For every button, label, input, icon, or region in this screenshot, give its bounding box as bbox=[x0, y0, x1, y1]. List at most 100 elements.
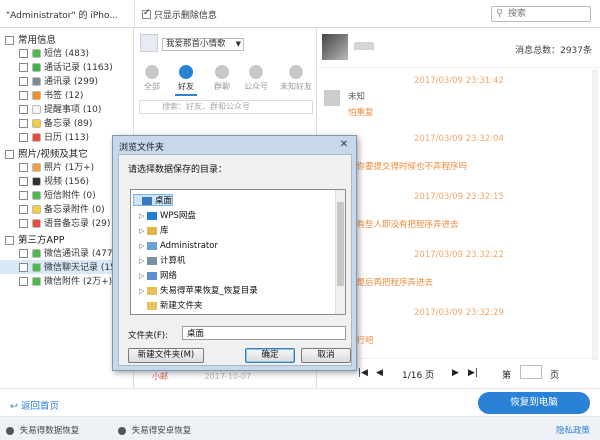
item-checkbox[interactable] bbox=[19, 177, 28, 186]
close-icon[interactable]: ✕ bbox=[337, 139, 351, 151]
item-checkbox[interactable] bbox=[19, 219, 28, 228]
sender-avatar bbox=[324, 90, 340, 106]
group-icon bbox=[215, 65, 229, 79]
unknown-user-icon bbox=[289, 65, 303, 79]
tab-groups[interactable]: 群聊 bbox=[207, 62, 237, 94]
tab-friends[interactable]: 好友 bbox=[171, 62, 201, 96]
category-icon bbox=[32, 49, 41, 58]
folder-node[interactable]: ▷ 计算机 bbox=[139, 255, 186, 267]
account-select[interactable]: 我爱那首小情歌 ▼ bbox=[162, 38, 244, 51]
folder-node[interactable]: ▷ 网络 bbox=[139, 270, 177, 282]
tree-item-label: 备忘录附件 (0) bbox=[44, 205, 105, 215]
deleted-only-filter[interactable]: 只显示删除信息 bbox=[142, 8, 217, 21]
item-checkbox[interactable] bbox=[19, 191, 28, 200]
page-number-input[interactable] bbox=[520, 365, 542, 379]
item-checkbox[interactable] bbox=[19, 277, 28, 286]
category-icon bbox=[32, 77, 41, 86]
back-arrow-icon: ↩ bbox=[10, 401, 18, 412]
item-checkbox[interactable] bbox=[19, 205, 28, 214]
item-checkbox[interactable] bbox=[19, 77, 28, 86]
tree-item[interactable]: 通讯录 (299) bbox=[0, 74, 134, 88]
back-home-label: 返回首页 bbox=[21, 401, 60, 412]
first-page-icon[interactable]: |◀ bbox=[358, 368, 368, 378]
tree-item-label: 日历 (113) bbox=[44, 133, 90, 143]
next-page-icon[interactable]: ▶ bbox=[452, 368, 459, 378]
last-page-icon[interactable]: ▶| bbox=[468, 368, 478, 378]
folder-input[interactable] bbox=[182, 326, 346, 340]
item-checkbox[interactable] bbox=[19, 105, 28, 114]
footer-data-recovery[interactable]: 失易得数据恢复 bbox=[6, 424, 79, 436]
expand-icon[interactable]: ▷ bbox=[139, 210, 147, 222]
top-divider bbox=[134, 0, 135, 28]
expand-icon[interactable]: ▷ bbox=[139, 285, 147, 297]
expand-icon[interactable]: ▷ bbox=[139, 240, 147, 252]
folder-node[interactable]: ▷ 失易得苹果恢复_恢复目录 bbox=[139, 285, 258, 297]
contact-search[interactable]: 搜索：好友、群和公众号 bbox=[139, 100, 313, 114]
tree-item[interactable]: 书签 (12) bbox=[0, 88, 134, 102]
expand-icon[interactable]: ▷ bbox=[139, 255, 147, 267]
tree-item[interactable]: 短信 (483) bbox=[0, 46, 134, 60]
category-icon bbox=[32, 205, 41, 214]
action-bar: ↩ 返回首页 恢复到电脑 bbox=[0, 388, 600, 416]
folder-node[interactable]: 新建文件夹 bbox=[139, 300, 203, 312]
deleted-only-checkbox[interactable] bbox=[142, 8, 151, 19]
tree-item[interactable]: 备忘录 (89) bbox=[0, 116, 134, 130]
chat-scrollbar[interactable] bbox=[592, 70, 598, 360]
chat-header: 消息总数：2937条 bbox=[318, 28, 600, 68]
tab-all[interactable]: 全部 bbox=[137, 62, 167, 94]
recover-to-pc-button[interactable]: 恢复到电脑 bbox=[478, 392, 590, 414]
person-icon bbox=[179, 65, 193, 79]
item-checkbox[interactable] bbox=[19, 163, 28, 172]
prev-page-icon[interactable]: ◀ bbox=[376, 368, 383, 378]
search-icon: ⚲ bbox=[496, 8, 504, 19]
back-home-link[interactable]: ↩ 返回首页 bbox=[10, 398, 59, 412]
cancel-button[interactable]: 取消 bbox=[301, 348, 351, 363]
privacy-policy-link[interactable]: 隐私政策 bbox=[556, 424, 590, 436]
tab-label: 好友 bbox=[178, 82, 194, 91]
folder-node[interactable]: 桌面 bbox=[133, 194, 174, 206]
folder-node[interactable]: ▷ WPS网盘 bbox=[139, 210, 196, 222]
folder-node[interactable]: ▷ 库 bbox=[139, 225, 169, 237]
group-checkbox[interactable] bbox=[5, 36, 14, 45]
tab-official[interactable]: 公众号 bbox=[241, 62, 271, 94]
tree-item-label: 通讯录 (299) bbox=[44, 77, 99, 87]
item-checkbox[interactable] bbox=[19, 91, 28, 100]
chevron-down-icon: ▼ bbox=[235, 40, 241, 48]
scrollbar-thumb[interactable] bbox=[337, 202, 344, 286]
tree-item[interactable]: 提醒事项 (10) bbox=[0, 102, 134, 116]
folder-label: 文件夹(F): bbox=[128, 331, 168, 341]
footer-android-recovery[interactable]: 失易得安卓恢复 bbox=[118, 424, 191, 436]
folder-node[interactable]: ▷ Administrator bbox=[139, 240, 218, 252]
recovery-app-icon bbox=[6, 426, 14, 435]
folder-node-label: 新建文件夹 bbox=[160, 301, 203, 311]
contact-name: 小邮 bbox=[152, 372, 168, 381]
item-checkbox[interactable] bbox=[19, 263, 28, 272]
new-folder-button[interactable]: 新建文件夹(M) bbox=[128, 348, 204, 363]
chat-avatar bbox=[322, 34, 348, 60]
group-checkbox[interactable] bbox=[5, 236, 14, 245]
ok-button[interactable]: 确定 bbox=[245, 348, 295, 363]
message-timestamp: 2017/03/09 23:31:42 bbox=[414, 76, 504, 86]
pagination: |◀ ◀ 1/16 页 ▶ ▶| 第 页 bbox=[318, 358, 600, 386]
tab-unknown[interactable]: 未知好友 bbox=[277, 62, 315, 94]
tree-group[interactable]: 常用信息 bbox=[0, 32, 134, 46]
tab-label: 群聊 bbox=[214, 82, 230, 91]
folder-node-label: 桌面 bbox=[155, 196, 173, 206]
item-checkbox[interactable] bbox=[19, 119, 28, 128]
tree-item-label: 备忘录 (89) bbox=[44, 119, 93, 129]
item-checkbox[interactable] bbox=[19, 49, 28, 58]
search-box[interactable]: ⚲ bbox=[491, 6, 591, 22]
item-checkbox[interactable] bbox=[19, 249, 28, 258]
category-icon bbox=[32, 91, 41, 100]
android-app-icon bbox=[118, 426, 126, 435]
folder-tree-scrollbar[interactable] bbox=[335, 190, 345, 314]
expand-icon[interactable]: ▷ bbox=[139, 270, 147, 282]
tree-item[interactable]: 通话记录 (1163) bbox=[0, 60, 134, 74]
search-input[interactable] bbox=[508, 8, 588, 20]
message-text: 是你要提交得时候也不弄程序吗 bbox=[348, 162, 468, 172]
expand-icon[interactable]: ▷ bbox=[139, 225, 147, 237]
contact-row-partial[interactable]: 小邮 2017-10-07 bbox=[152, 371, 251, 382]
item-checkbox[interactable] bbox=[19, 63, 28, 72]
item-checkbox[interactable] bbox=[19, 133, 28, 142]
group-checkbox[interactable] bbox=[5, 150, 14, 159]
